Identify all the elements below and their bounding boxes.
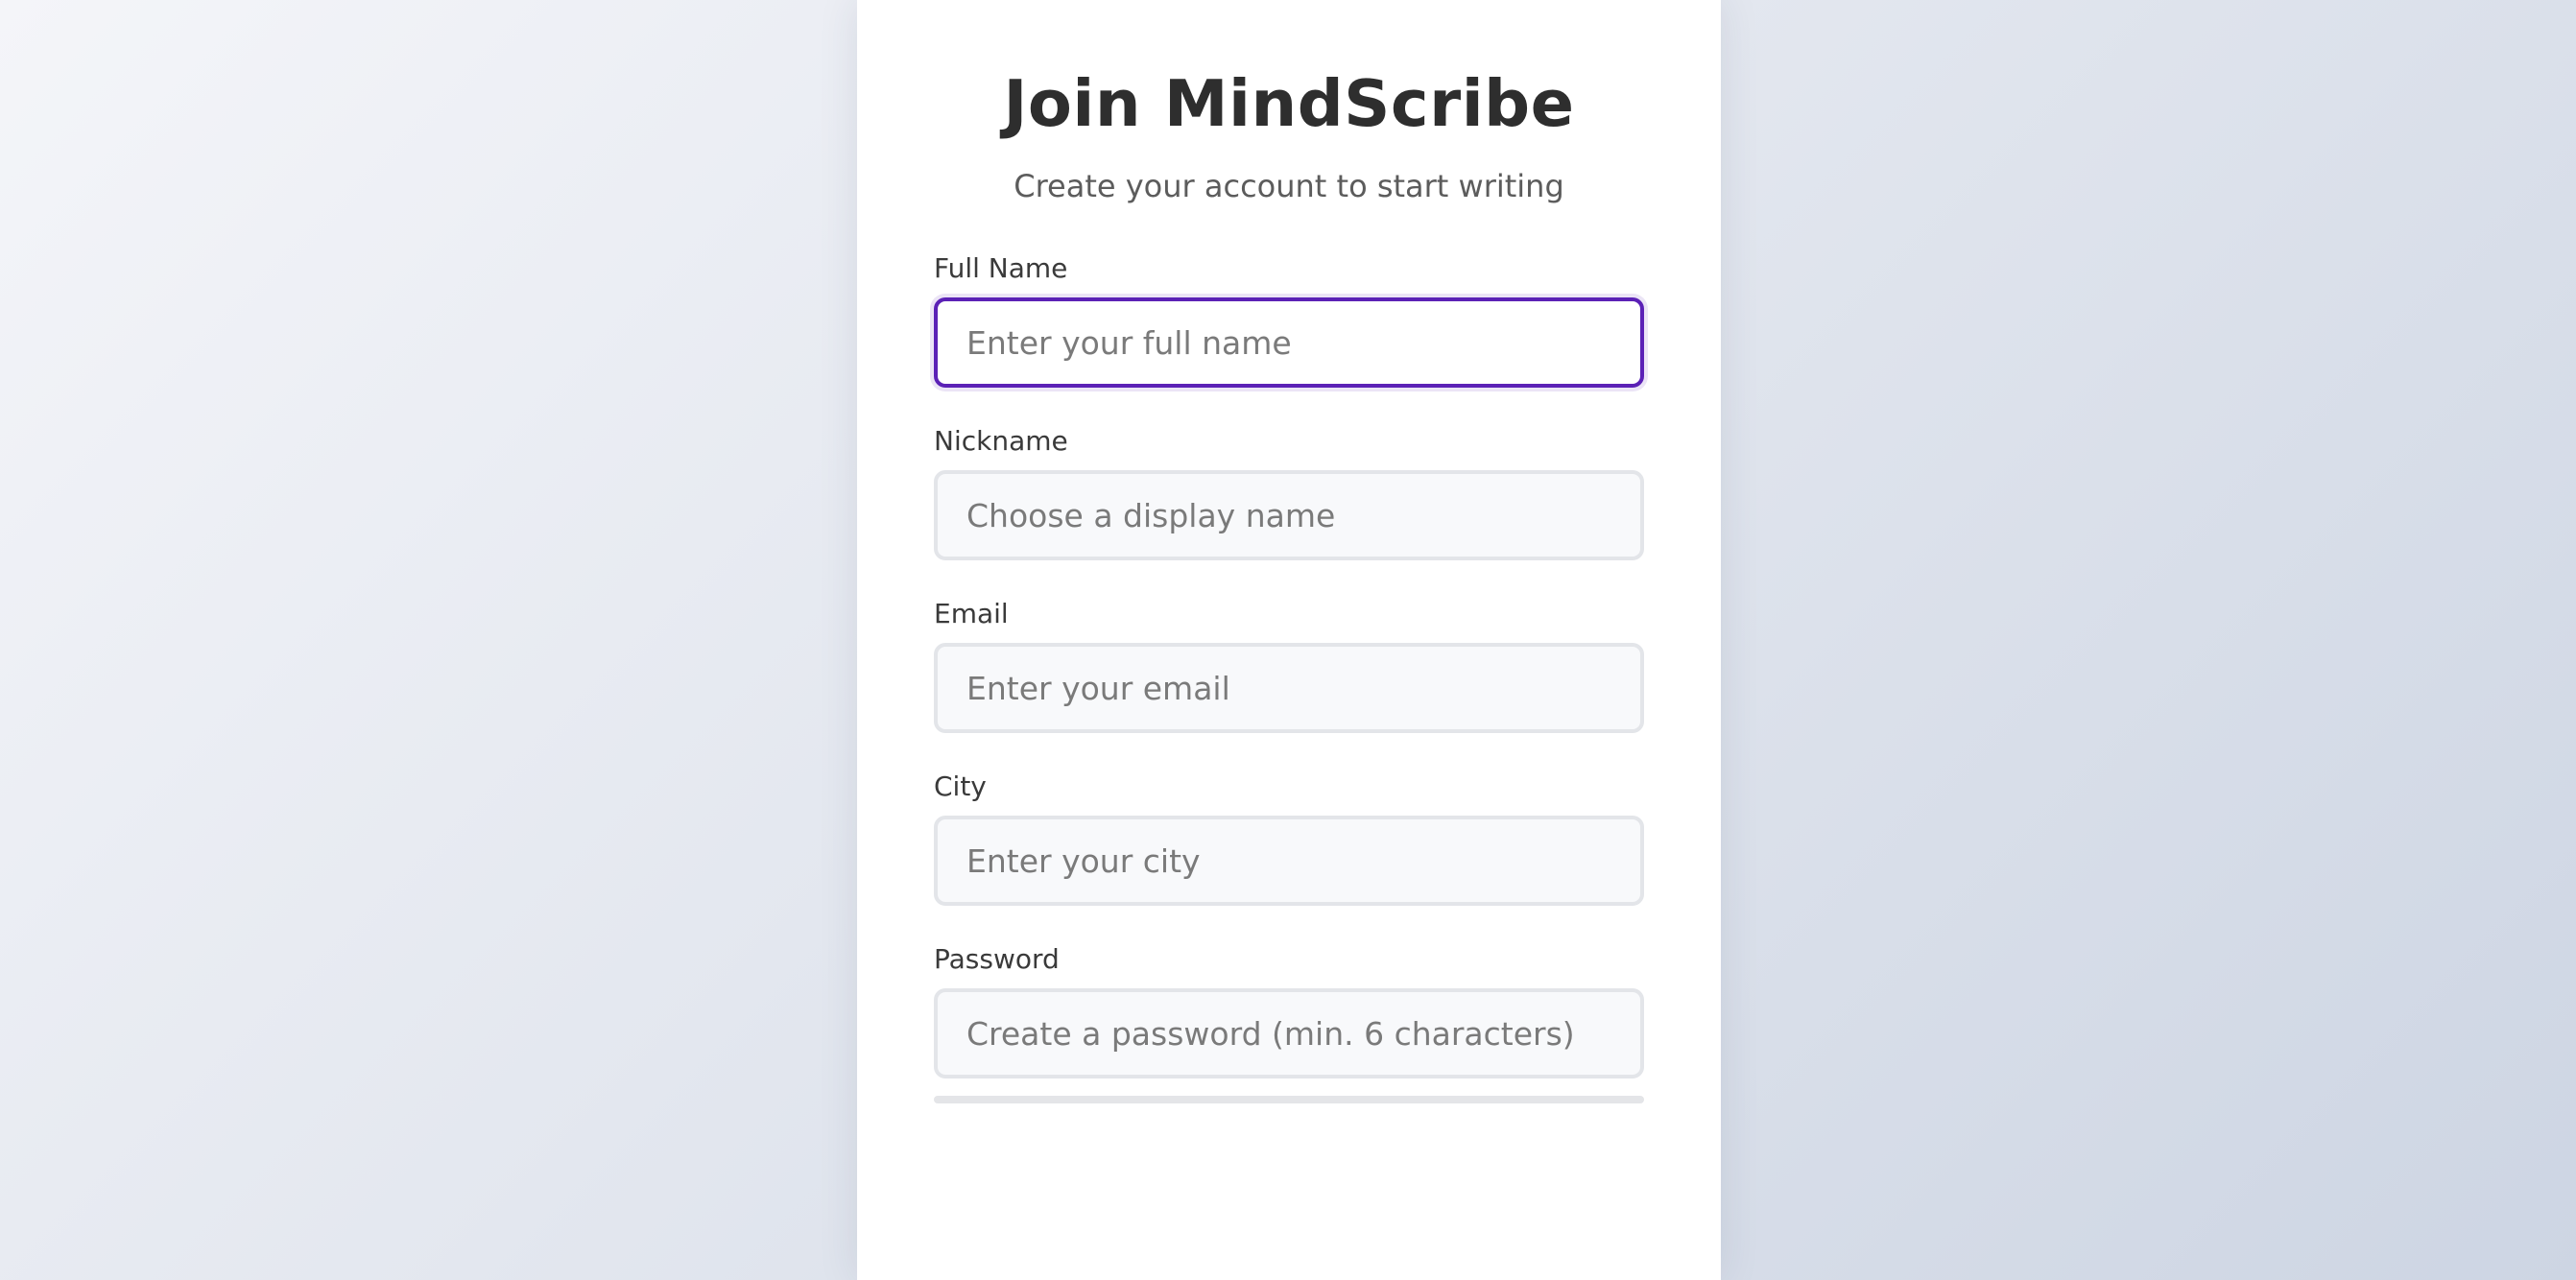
password-field-group: Password (934, 942, 1644, 1079)
email-input[interactable] (934, 643, 1644, 733)
signup-card: Join MindScribe Create your account to s… (857, 0, 1721, 1280)
nickname-label: Nickname (934, 425, 1068, 457)
page-subtitle: Create your account to start writing (1014, 168, 1564, 204)
email-field-group: Email (934, 597, 1644, 733)
password-strength-bar (934, 1096, 1644, 1103)
nickname-field-group: Nickname (934, 424, 1644, 560)
password-input[interactable] (934, 988, 1644, 1079)
full-name-label: Full Name (934, 252, 1068, 284)
full-name-field-group: Full Name (934, 251, 1644, 388)
email-label: Email (934, 598, 1009, 629)
city-label: City (934, 770, 987, 802)
city-input[interactable] (934, 816, 1644, 906)
page-title: Join MindScribe (1003, 66, 1575, 141)
password-label: Password (934, 943, 1060, 975)
full-name-input[interactable] (934, 297, 1644, 388)
city-field-group: City (934, 770, 1644, 906)
signup-form: Full Name Nickname Email City Password (934, 251, 1644, 1103)
nickname-input[interactable] (934, 470, 1644, 560)
